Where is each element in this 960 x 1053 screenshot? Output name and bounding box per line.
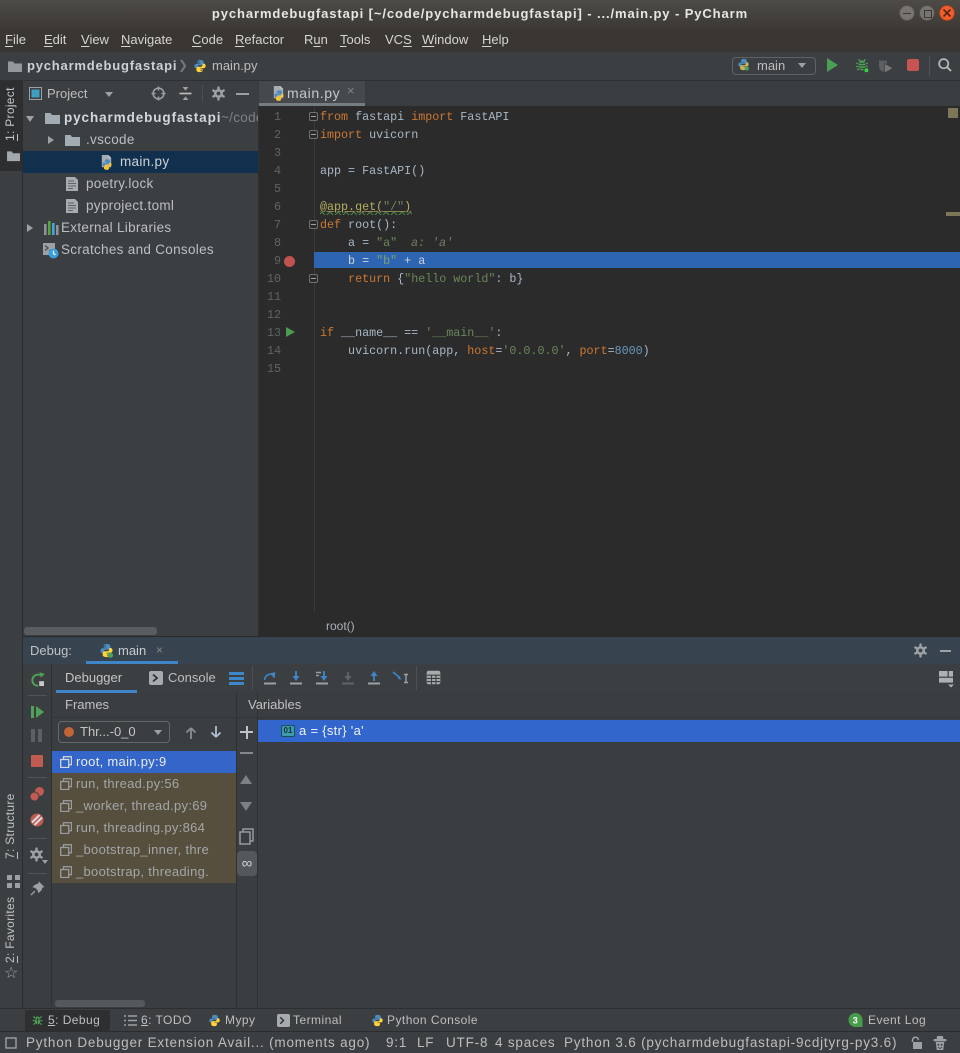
svg-text:3: 3 [853,1016,858,1026]
